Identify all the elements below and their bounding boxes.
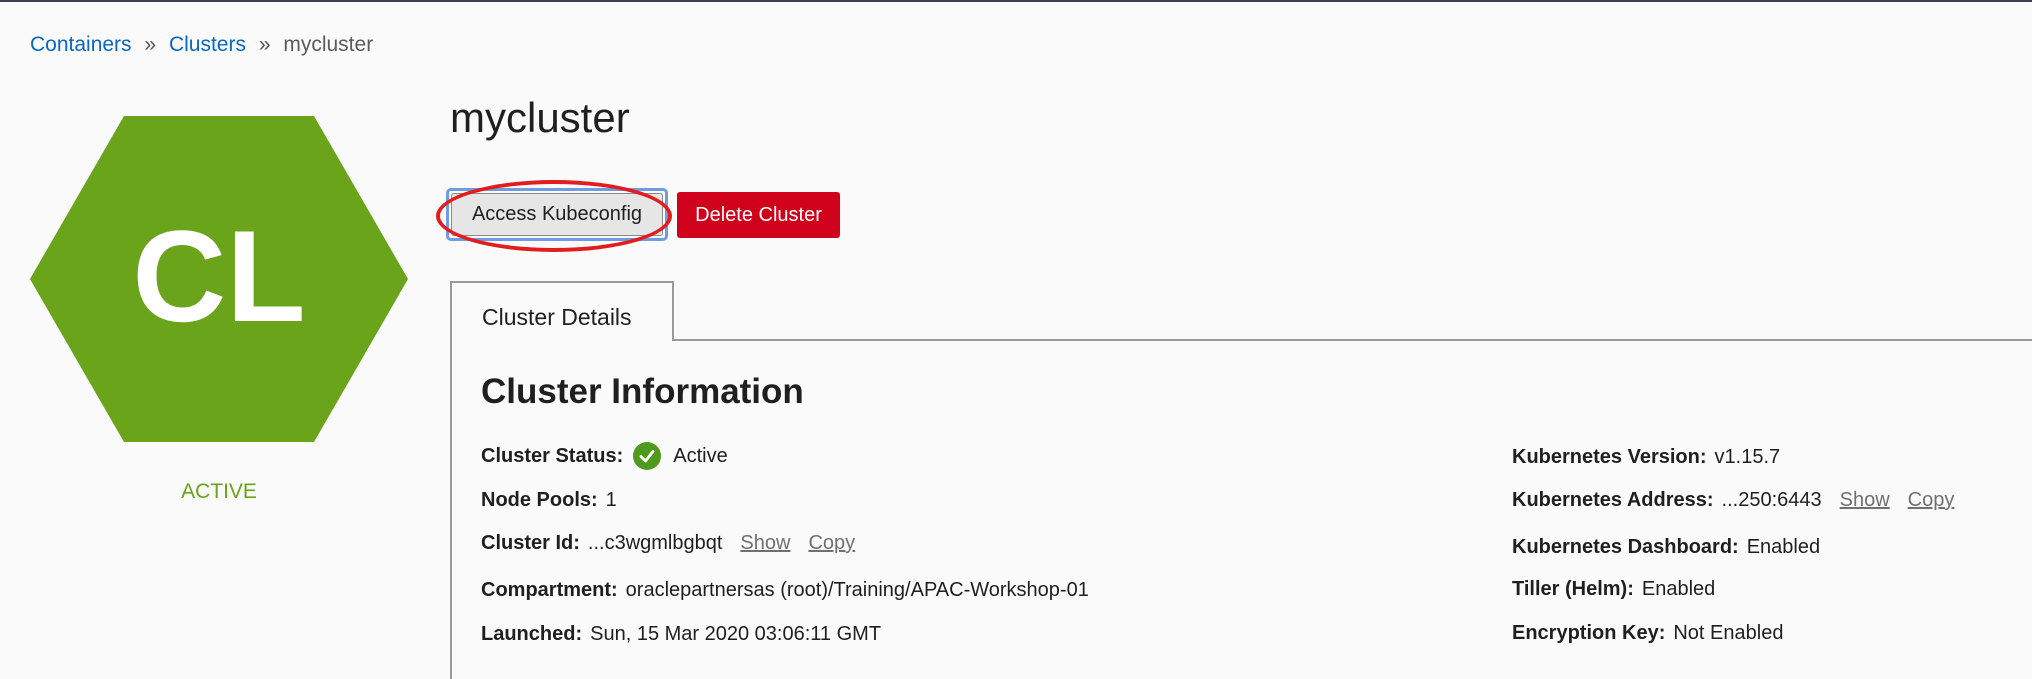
check-circle-icon [633, 442, 662, 470]
kubernetes-dashboard-field: Kubernetes Dashboard: Enabled [1512, 536, 1820, 559]
badge-initials: CL [132, 203, 305, 349]
kubernetes-version-label: Kubernetes Version: [1512, 446, 1707, 468]
kubernetes-dashboard-value: Enabled [1746, 536, 1821, 558]
node-pools-value: 1 [605, 489, 617, 511]
top-border [0, 0, 2032, 2]
launched-label: Launched: [481, 623, 583, 645]
cluster-status-field: Cluster Status: Active [481, 442, 728, 470]
breadcrumb-link-containers[interactable]: Containers [30, 33, 132, 56]
tiller-label: Tiller (Helm): [1512, 578, 1634, 600]
delete-cluster-button[interactable]: Delete Cluster [677, 192, 840, 238]
tab-cluster-details[interactable]: Cluster Details [450, 281, 674, 341]
kubernetes-address-show-link[interactable]: Show [1840, 489, 1890, 512]
kubernetes-address-label: Kubernetes Address: [1512, 489, 1714, 511]
encryption-key-label: Encryption Key: [1512, 622, 1666, 644]
cluster-id-show-link[interactable]: Show [740, 532, 790, 555]
node-pools-label: Node Pools: [481, 489, 598, 511]
compartment-value: oraclepartnersas (root)/Training/APAC-Wo… [625, 579, 1089, 601]
page-title: mycluster [450, 94, 630, 141]
breadcrumb-link-clusters[interactable]: Clusters [169, 33, 246, 56]
access-kubeconfig-button[interactable]: Access Kubeconfig [451, 193, 663, 236]
kubernetes-version-field: Kubernetes Version: v1.15.7 [1512, 446, 1780, 469]
kubernetes-address-value: ...250:6443 [1721, 489, 1822, 511]
encryption-key-field: Encryption Key: Not Enabled [1512, 622, 1783, 645]
cluster-status-caption: ACTIVE [181, 480, 257, 503]
compartment-label: Compartment: [481, 579, 618, 601]
node-pools-field: Node Pools: 1 [481, 489, 617, 512]
breadcrumb: Containers » Clusters » mycluster [30, 33, 373, 57]
tiller-value: Enabled [1641, 578, 1716, 600]
tiller-field: Tiller (Helm): Enabled [1512, 578, 1715, 601]
cluster-status-label: Cluster Status: [481, 444, 624, 467]
access-kubeconfig-focus-ring: Access Kubeconfig [446, 188, 668, 241]
breadcrumb-separator: » [144, 33, 157, 56]
launched-field: Launched: Sun, 15 Mar 2020 03:06:11 GMT [481, 623, 881, 646]
cluster-hexagon-badge: CL [30, 116, 408, 442]
cluster-id-value: ...c3wgmlbgbqt [587, 532, 723, 554]
kubernetes-dashboard-label: Kubernetes Dashboard: [1512, 536, 1739, 558]
cluster-id-label: Cluster Id: [481, 532, 580, 554]
section-heading: Cluster Information [481, 372, 804, 411]
cluster-id-copy-link[interactable]: Copy [808, 532, 855, 555]
compartment-field: Compartment: oraclepartnersas (root)/Tra… [481, 579, 1089, 602]
cluster-status-value: Active [673, 444, 728, 467]
breadcrumb-separator: » [258, 33, 271, 56]
cluster-id-field: Cluster Id: ...c3wgmlbgbqt Show Copy [481, 532, 855, 555]
kubernetes-version-value: v1.15.7 [1714, 446, 1781, 468]
encryption-key-value: Not Enabled [1673, 622, 1784, 644]
breadcrumb-current: mycluster [283, 33, 374, 56]
launched-value: Sun, 15 Mar 2020 03:06:11 GMT [590, 623, 882, 645]
kubernetes-address-field: Kubernetes Address: ...250:6443 Show Cop… [1512, 489, 1954, 512]
kubernetes-address-copy-link[interactable]: Copy [1908, 489, 1955, 512]
